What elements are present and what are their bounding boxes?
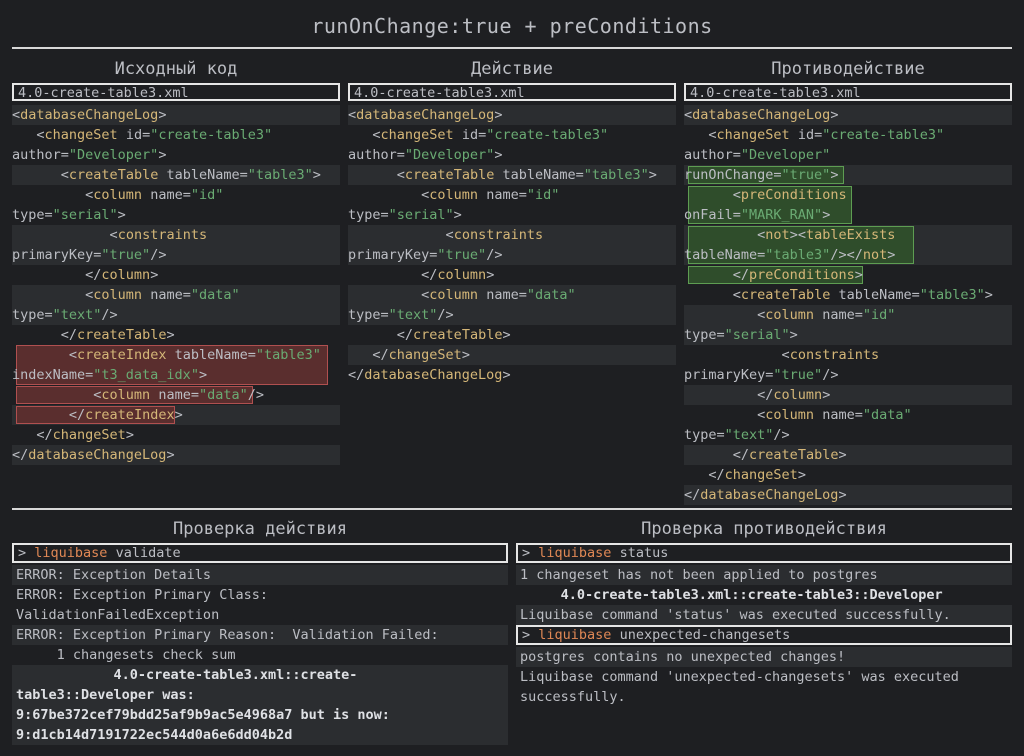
output-line: Liquibase command 'status' was executed … xyxy=(516,605,1012,625)
code-line: primaryKey="true"/> xyxy=(684,367,839,383)
output-line: successfully. xyxy=(520,689,626,705)
code-line-added: runOnChange="true"> xyxy=(684,165,1012,185)
divider-middle xyxy=(12,508,1012,510)
code-line: </column> xyxy=(421,267,495,283)
code-line-added: </preConditions> xyxy=(684,265,1012,285)
code-line: <createTable tableName="table3"> xyxy=(348,165,676,185)
program-name: liquibase xyxy=(538,545,612,561)
code-line: primaryKey="true"/> xyxy=(348,245,676,265)
code-line: <column name="data" xyxy=(757,407,912,423)
code-counter: <databaseChangeLog> <changeSet id="creat… xyxy=(684,105,1012,505)
code-line: author="Developer" xyxy=(684,147,831,163)
filename-action: 4.0-create-table3.xml xyxy=(348,83,676,101)
output-line: ERROR: Exception Details xyxy=(12,565,508,585)
code-line: <createTable tableName="table3"> xyxy=(12,165,340,185)
output-validate: ERROR: Exception Details ERROR: Exceptio… xyxy=(12,565,508,745)
code-line: <changeSet id="create-table3" xyxy=(708,127,945,143)
code-line: </databaseChangeLog> xyxy=(12,445,340,465)
code-line-added: <not><tableExists xyxy=(684,225,1012,264)
command-name: status xyxy=(619,545,669,561)
filename-counter: 4.0-create-table3.xml xyxy=(684,83,1012,101)
command-name: unexpected-changesets xyxy=(619,627,791,643)
code-line: <changeSet id="create-table3" xyxy=(36,127,273,143)
command-unexpected-changesets: > liquibase unexpected-changesets xyxy=(516,625,1012,645)
output-line: 9:d1cb14d7191722ec544d0a6e6dd04b2d xyxy=(12,725,508,745)
code-line: <column name="id" xyxy=(684,305,1012,325)
code-line: <createTable tableName="table3"> xyxy=(732,287,993,303)
column-heading-source: Исходный код xyxy=(114,59,238,79)
heading-counter-check: Проверка противодействия xyxy=(641,519,887,539)
code-line: <constraints xyxy=(348,225,676,245)
program-name: liquibase xyxy=(538,627,612,643)
code-line: <column name="id" xyxy=(421,187,560,203)
code-line-removed: <createIndex tableName="table3" xyxy=(12,345,340,385)
code-line-added: tableName="table3"/></not> xyxy=(684,245,1012,265)
output-unexpected-changesets: postgres contains no unexpected changes!… xyxy=(516,647,1012,707)
code-line-removed: <column name="data"/> xyxy=(12,385,340,405)
code-line: </changeSet> xyxy=(708,467,806,483)
code-line: author="Developer"> xyxy=(12,147,167,163)
code-line: <column name="data" xyxy=(12,285,340,305)
prompt-symbol: > xyxy=(522,545,531,561)
code-line-removed: </createIndex> xyxy=(12,405,340,425)
heading-action-check: Проверка действия xyxy=(173,519,347,539)
output-line: 1 changesets check sum xyxy=(16,647,236,663)
code-line: type="text"/> xyxy=(348,305,676,325)
code-line: <databaseChangeLog> xyxy=(684,105,1012,125)
code-line: author="Developer"> xyxy=(348,147,503,163)
code-line: </databaseChangeLog> xyxy=(348,367,511,383)
code-line: </createTable> xyxy=(396,327,511,343)
code-line: </column> xyxy=(85,267,159,283)
code-action: <databaseChangeLog> <changeSet id="creat… xyxy=(348,105,676,385)
code-line: </changeSet> xyxy=(348,345,676,365)
output-line: ERROR: Exception Primary Class: xyxy=(16,587,268,603)
code-line: </createTable> xyxy=(684,445,1012,465)
output-line: postgres contains no unexpected changes! xyxy=(516,647,1012,667)
prompt-symbol: > xyxy=(522,627,531,643)
filename-source: 4.0-create-table3.xml xyxy=(12,83,340,101)
divider-top xyxy=(12,47,1012,49)
code-line: </databaseChangeLog> xyxy=(684,485,1012,505)
output-line: Liquibase command 'unexpected-changesets… xyxy=(520,669,959,685)
output-line: 1 changeset has not been applied to post… xyxy=(516,565,1012,585)
code-line: <column name="id" xyxy=(85,187,224,203)
code-line: type="text"/> xyxy=(12,305,340,325)
code-line: <databaseChangeLog> xyxy=(348,105,676,125)
code-line: primaryKey="true"/> xyxy=(12,245,340,265)
output-line: 4.0-create-table3.xml::create-table3::De… xyxy=(520,587,943,603)
code-line: </column> xyxy=(684,385,1012,405)
prompt-symbol: > xyxy=(18,545,27,561)
output-line: table3::Developer was: xyxy=(12,685,508,705)
column-heading-counter: Противодействие xyxy=(771,59,925,79)
code-line: </changeSet> xyxy=(36,427,134,443)
command-name: validate xyxy=(115,545,181,561)
code-line: type="text"/> xyxy=(684,427,790,443)
code-line: <constraints xyxy=(781,347,880,363)
code-line: type="serial"> xyxy=(348,207,462,223)
output-line: 4.0-create-table3.xml::create- xyxy=(12,665,508,685)
code-line: type="serial"> xyxy=(684,325,1012,345)
program-name: liquibase xyxy=(34,545,108,561)
code-line: </createTable> xyxy=(60,327,175,343)
command-validate: > liquibase validate xyxy=(12,543,508,563)
command-status: > liquibase status xyxy=(516,543,1012,563)
code-line: <constraints xyxy=(12,225,340,245)
output-line: ERROR: Exception Primary Reason: Validat… xyxy=(12,625,508,645)
page-title: runOnChange:true + preConditions xyxy=(311,14,713,38)
code-line: <column name="data" xyxy=(348,285,676,305)
output-status: 1 changeset has not been applied to post… xyxy=(516,565,1012,625)
code-line-added: <preConditions xyxy=(684,185,1012,224)
code-line: <databaseChangeLog> xyxy=(12,105,340,125)
code-source: <databaseChangeLog> <changeSet id="creat… xyxy=(12,105,340,465)
output-line: 9:67be372cef79bdd25af9b9ac5e4968a7 but i… xyxy=(12,705,508,725)
column-heading-action: Действие xyxy=(471,59,553,79)
code-line: <changeSet id="create-table3" xyxy=(372,127,609,143)
output-line: ValidationFailedException xyxy=(16,607,220,623)
code-line: type="serial"> xyxy=(12,207,126,223)
